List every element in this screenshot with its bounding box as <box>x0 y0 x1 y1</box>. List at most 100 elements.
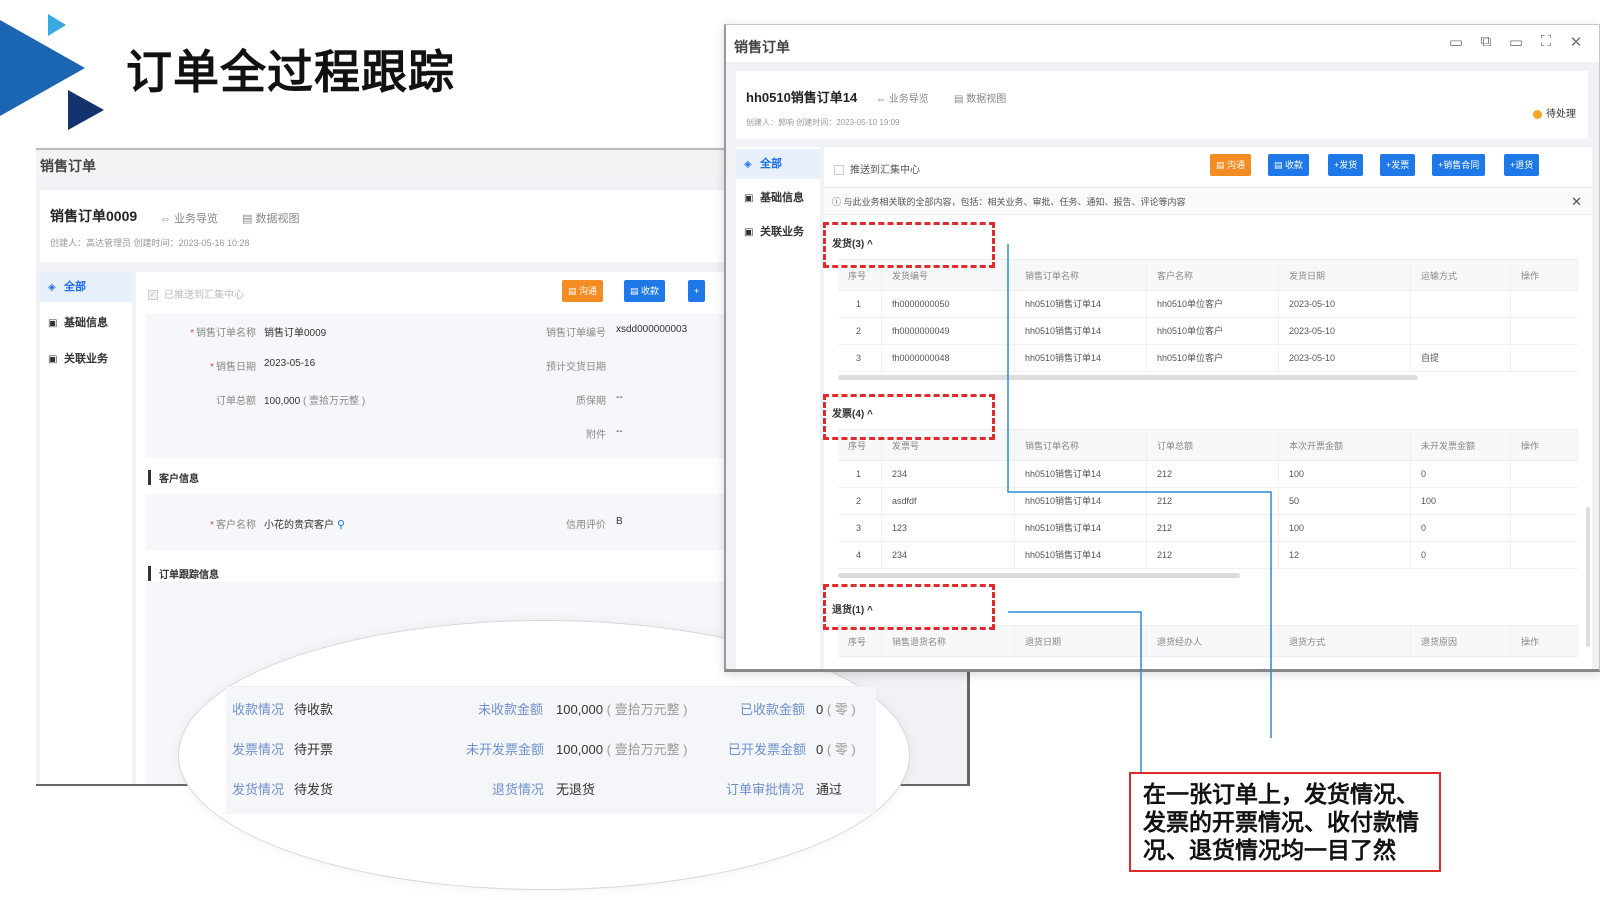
left-push-checkbox[interactable]: ✓ 已推送到汇集中心 <box>148 286 244 301</box>
left-basic-form: * 销售订单名称 销售订单0009 销售订单编号 xsdd000000003 * 销… <box>146 314 730 458</box>
col-transport: 运输方式 <box>1411 260 1511 290</box>
col-this-invoice: 本次开票金额 <box>1279 430 1411 460</box>
table-row[interactable]: 4 234 hh0510销售订单14 212 12 0 <box>838 542 1578 569</box>
col-action: 操作 <box>1511 626 1578 656</box>
order-no-value: xsdd000000003 <box>616 324 688 335</box>
search-icon[interactable]: ⚲ <box>337 519 345 531</box>
attach-label: 附件 <box>586 430 606 441</box>
left-nav: ◈ 全部 ▣ 基础信息 ▣ 关联业务 <box>40 272 132 784</box>
left-nav-related[interactable]: ▣ 关联业务 <box>40 344 132 374</box>
customer-panel: * 客户名称 小花的贵宾客户 ⚲ 信用评价 B <box>146 494 730 550</box>
customer-section-title: 客户信息 <box>148 470 199 485</box>
col-return-name: 销售退货名称 <box>882 626 1015 656</box>
deco-triangle-small <box>48 14 66 36</box>
invoiced-amount-label: 已开发票金额 <box>728 742 807 757</box>
invoice-status-label: 发票情况 <box>232 742 285 757</box>
info-icon: ⓘ <box>832 197 844 207</box>
approval-status-label: 订单审批情况 <box>726 782 805 797</box>
right-receipt-button[interactable]: ▤ 收款 <box>1268 154 1310 176</box>
close-icon[interactable]: ✕ <box>1566 33 1586 51</box>
left-order-title: 销售订单0009 <box>50 208 138 224</box>
col-return-reason: 退货原因 <box>1411 626 1511 656</box>
right-order-title: hh0510销售订单14 <box>746 90 858 105</box>
add-invoice-button[interactable]: +发票 <box>1380 154 1416 176</box>
right-tab-data-view[interactable]: ▤ 数据视图 <box>954 90 1006 105</box>
order-name-value: 销售订单0009 <box>264 328 327 339</box>
right-communicate-button[interactable]: ▤ 沟通 <box>1210 154 1252 176</box>
shipping-table: 序号 发货编号 销售订单名称 客户名称 发货日期 运输方式 操作 1 fh000… <box>838 259 1578 373</box>
right-window-title: 销售订单 <box>734 39 790 55</box>
right-nav-related[interactable]: ▣ 关联业务 <box>736 217 820 247</box>
notice-bar: ⓘ 与此业务相关联的全部内容，包括：相关业务、审批、任务、通知、报告、评论等内容… <box>824 187 1592 215</box>
table-row[interactable]: 2 fh0000000049 hh0510销售订单14 hh0510单位客户 2… <box>838 318 1578 345</box>
warranty-label: 质保期 <box>576 396 606 407</box>
deco-triangle-dark <box>68 90 104 130</box>
col-action: 操作 <box>1511 260 1578 290</box>
link-icon: ⇔ <box>876 94 889 105</box>
left-receipt-button[interactable]: ▤ 收款 <box>624 280 666 302</box>
table-row[interactable]: 1 234 hh0510销售订单14 212 100 0 <box>838 461 1578 488</box>
table-row[interactable]: 1 fh0000000050 hh0510销售订单14 hh0510单位客户 2… <box>838 291 1578 318</box>
table-row[interactable]: 2 asdfdf hh0510销售订单14 212 50 100 <box>838 488 1578 515</box>
left-tab-data-view[interactable]: ▤ 数据视图 <box>242 210 299 226</box>
col-customer: 客户名称 <box>1147 260 1279 290</box>
left-nav-basic[interactable]: ▣ 基础信息 <box>40 308 132 338</box>
tracking-zoom-panel: 收款情况 待收款 未收款金额 100,000 ( 壹拾万元整 ) 已收款金额 0… <box>226 686 876 814</box>
credit-value: B <box>616 516 623 527</box>
return-status-value: 无退货 <box>556 782 596 797</box>
add-contract-button[interactable]: +销售合同 <box>1432 154 1486 176</box>
warranty-value: -- <box>616 392 623 403</box>
table-row[interactable]: 3 fh0000000048 hh0510销售订单14 hh0510单位客户 2… <box>838 345 1578 372</box>
approval-status-value: 通过 <box>816 782 843 797</box>
minimize-icon[interactable]: ▭ <box>1446 33 1466 51</box>
file-icon: ▣ <box>744 193 754 204</box>
return-status-label: 退货情况 <box>492 782 545 797</box>
right-window-header: 销售订单 ▭ ⧉ ▭ ⛶ ✕ <box>726 25 1599 63</box>
invoice-scrollbar[interactable] <box>838 573 1240 578</box>
delivery-date-label: 预计交货日期 <box>546 362 606 373</box>
left-nav-all[interactable]: ◈ 全部 <box>40 272 132 302</box>
col-action: 操作 <box>1511 430 1578 460</box>
shipping-status-value: 待发货 <box>294 782 334 797</box>
left-communicate-button[interactable]: ▤ 沟通 <box>562 280 604 302</box>
checkbox-icon: ✓ <box>148 290 158 301</box>
col-order-total: 订单总额 <box>1147 430 1279 460</box>
col-return-date: 退货日期 <box>1015 626 1147 656</box>
right-push-checkbox[interactable]: 推送到汇集中心 <box>834 161 920 176</box>
left-order-meta: 创建人：高达管理员 创建时间：2023-05-16 10:28 <box>50 238 250 248</box>
callout-box: 在一张订单上，发货情况、发票的开票情况、收付款情况、退货情况均一目了然 <box>1129 772 1441 872</box>
paid-amount-value: 0 ( 零 ) <box>816 702 856 717</box>
customer-name-value[interactable]: 小花的贵宾客户 ⚲ <box>264 516 345 531</box>
dock-icon[interactable]: ▭ <box>1506 33 1526 51</box>
returns-table: 序号 销售退货名称 退货日期 退货经办人 退货方式 退货原因 操作 <box>838 625 1578 665</box>
link-box-icon: ▣ <box>48 354 58 365</box>
right-tab-flow[interactable]: ⇔ 业务导览 <box>876 90 929 105</box>
left-tab-flow[interactable]: ⇔ 业务导览 <box>160 210 218 226</box>
add-shipping-button[interactable]: +发货 <box>1328 154 1364 176</box>
fullscreen-icon[interactable]: ⛶ <box>1536 33 1556 50</box>
left-more-button[interactable]: + <box>688 280 706 302</box>
restore-icon[interactable]: ⧉ <box>1476 33 1496 50</box>
invoiced-amount-value: 0 ( 零 ) <box>816 742 856 757</box>
right-window-body: hh0510销售订单14 ⇔ 业务导览 ▤ 数据视图 创建人：郭响 创建时间：2… <box>726 63 1599 669</box>
col-order-name: 销售订单名称 <box>1015 430 1147 460</box>
right-nav-basic[interactable]: ▣ 基础信息 <box>736 183 820 213</box>
link-box-icon: ▣ <box>744 227 754 238</box>
layers-icon: ◈ <box>48 282 56 293</box>
uninvoiced-amount-value: 100,000 ( 壹拾万元整 ) <box>556 742 688 757</box>
link-icon: ⇔ <box>160 213 175 225</box>
add-return-button[interactable]: +退货 <box>1504 154 1540 176</box>
right-nav-all[interactable]: ◈ 全部 <box>736 149 820 179</box>
grid-icon: ▤ <box>242 213 256 225</box>
shipping-scrollbar[interactable] <box>838 375 1418 380</box>
status-dot-icon <box>1533 109 1542 119</box>
left-window-title: 销售订单 <box>40 158 96 174</box>
vertical-scrollbar[interactable] <box>1586 507 1590 647</box>
right-order-card: hh0510销售订单14 ⇔ 业务导览 ▤ 数据视图 创建人：郭响 创建时间：2… <box>736 71 1588 139</box>
attach-value: -- <box>616 426 623 437</box>
highlight-shipping <box>823 222 995 268</box>
notice-close-icon[interactable]: ✕ <box>1571 188 1582 216</box>
table-row[interactable]: 3 123 hh0510销售订单14 212 100 0 <box>838 515 1578 542</box>
order-name-label: * 销售订单名称 <box>190 328 256 339</box>
sale-date-value: 2023-05-16 <box>264 358 316 369</box>
